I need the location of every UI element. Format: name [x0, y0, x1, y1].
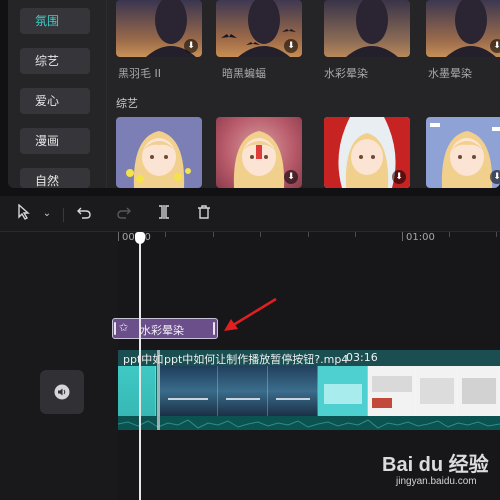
effect-clip-watercolor[interactable]: ✩ 水彩晕染: [112, 318, 218, 339]
effect-thumb-variety-4[interactable]: ⬇: [426, 117, 500, 188]
effect-label: 水墨晕染: [428, 67, 472, 80]
section-title: 综艺: [116, 97, 138, 110]
playhead-handle[interactable]: [135, 232, 145, 244]
video-frame: [160, 366, 218, 416]
download-icon[interactable]: ⬇: [490, 39, 500, 53]
time-ruler[interactable]: 00:00 01:00: [118, 232, 500, 246]
timecode-1min: 01:00: [406, 232, 435, 243]
trim-handle-right[interactable]: [213, 322, 215, 335]
video-frame: [218, 366, 268, 416]
effect-label: 黑羽毛 II: [118, 67, 161, 80]
effect-thumb-black-feather[interactable]: ⬇: [116, 0, 202, 57]
playhead-line[interactable]: [139, 232, 141, 500]
category-atmosphere[interactable]: 氛围: [20, 8, 90, 34]
baidu-watermark: Bai du 经验 jingyan.baidu.com: [382, 448, 494, 492]
effect-thumb-watercolor[interactable]: [324, 0, 410, 57]
download-icon[interactable]: ⬇: [392, 170, 406, 184]
category-variety[interactable]: 综艺: [20, 48, 90, 74]
watermark-brand: Bai du 经验: [382, 454, 489, 476]
audio-waveform: [118, 416, 500, 430]
clip-boundary[interactable]: [157, 350, 160, 430]
download-icon[interactable]: ⬇: [284, 39, 298, 53]
anime-girl-illustration: [126, 131, 191, 188]
panel-divider: [106, 0, 107, 188]
effect-label: 暗黑蝙蝠: [222, 67, 266, 80]
effect-star-icon: ✩: [119, 321, 129, 334]
video-frame: [416, 366, 458, 416]
download-icon[interactable]: ⬇: [184, 39, 198, 53]
download-icon[interactable]: ⬇: [490, 170, 500, 184]
track-audio-toggle[interactable]: [40, 370, 84, 414]
video-track[interactable]: ppt中如 ppt中如何让制作播放暂停按钮?.mp4 03:16: [118, 350, 500, 430]
effect-thumb-variety-1[interactable]: [116, 117, 202, 188]
video-frame: [268, 366, 318, 416]
video-frame: [118, 366, 156, 416]
cursor-icon[interactable]: [14, 203, 34, 224]
effect-thumb-ink[interactable]: ⬇: [426, 0, 500, 57]
chevron-down-icon[interactable]: ⌄: [37, 204, 57, 224]
annotation-arrow: [224, 297, 277, 331]
watercolor-illustration: [346, 0, 398, 57]
trim-handle-left[interactable]: [114, 322, 116, 335]
download-icon[interactable]: ⬇: [284, 170, 298, 184]
timeline-toolbar: ⌄: [0, 196, 500, 232]
speaker-icon: [54, 384, 70, 400]
effect-label: 水彩晕染: [324, 67, 368, 80]
effect-thumb-dark-bats[interactable]: ⬇: [216, 0, 302, 57]
effect-thumb-variety-2[interactable]: ⬇: [216, 117, 302, 188]
effect-thumb-variety-3[interactable]: ⬇: [324, 117, 410, 188]
ink-illustration: [446, 0, 496, 57]
effect-clip-label: 水彩晕染: [140, 324, 184, 337]
category-comic[interactable]: 漫画: [20, 128, 90, 154]
anime-girl-illustration: [430, 123, 500, 188]
category-love[interactable]: 爱心: [20, 88, 90, 114]
clip2-title: ppt中如何让制作播放暂停按钮?.mp4: [164, 353, 349, 366]
trash-icon[interactable]: [194, 204, 214, 224]
watermark-url: jingyan.baidu.com: [396, 476, 477, 487]
video-frame: [368, 366, 416, 416]
video-frame: [458, 366, 500, 416]
track-header-column: [0, 232, 118, 500]
effects-panel: 氛围 综艺 爱心 漫画 自然 ⬇ ⬇ ⬇ 黑羽毛 II 暗黑蝙蝠 水彩晕染 水墨…: [8, 0, 500, 188]
clip-header: ppt中如 ppt中如何让制作播放暂停按钮?.mp4 03:16: [118, 350, 500, 366]
category-nature[interactable]: 自然: [20, 168, 90, 188]
undo-icon[interactable]: [74, 204, 94, 224]
toolbar-separator: [63, 208, 64, 222]
clip2-duration: 03:16: [346, 351, 378, 364]
split-icon[interactable]: [154, 204, 174, 224]
video-frame: [318, 366, 368, 416]
redo-icon[interactable]: [114, 204, 134, 224]
